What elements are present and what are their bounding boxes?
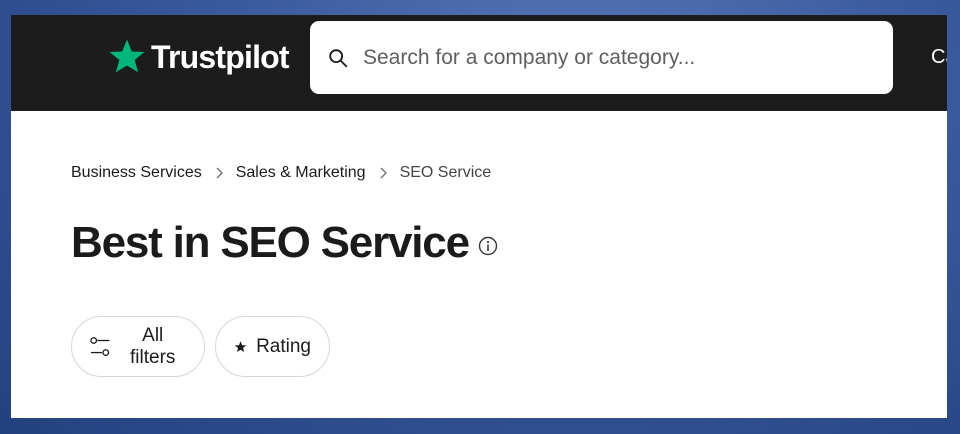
search-icon[interactable] — [327, 47, 349, 69]
page-title: Best in SEO Service — [71, 218, 470, 267]
browser-viewport: Trustpilot Ca Business Services Sales & … — [11, 15, 947, 418]
all-filters-button[interactable]: All filters — [71, 316, 205, 377]
star-icon — [109, 39, 145, 73]
breadcrumb-business-services[interactable]: Business Services — [71, 164, 202, 182]
rating-label: Rating — [256, 335, 311, 357]
top-navigation-bar: Trustpilot Ca — [11, 15, 947, 111]
chevron-right-icon — [380, 167, 387, 179]
chevron-right-icon — [216, 167, 223, 179]
all-filters-label: All filters — [130, 324, 176, 368]
breadcrumb-seo-service: SEO Service — [399, 164, 492, 181]
logo-text: Trustpilot — [151, 38, 290, 75]
info-icon[interactable] — [478, 236, 498, 256]
filter-bar: All filters Rating — [71, 316, 330, 377]
star-icon — [234, 340, 247, 352]
trustpilot-logo[interactable]: Trustpilot — [107, 32, 290, 82]
rating-filter-button[interactable]: Rating — [215, 316, 330, 377]
breadcrumb-sales-marketing[interactable]: Sales & Marketing — [236, 164, 366, 182]
sliders-icon — [90, 336, 110, 356]
page-title-row: Best in SEO Service — [71, 218, 498, 268]
search-input[interactable] — [363, 45, 863, 70]
breadcrumb: Business Services Sales & Marketing SEO … — [71, 164, 491, 182]
nav-link-categories[interactable]: Ca — [931, 46, 947, 69]
search-bar[interactable] — [310, 21, 893, 94]
